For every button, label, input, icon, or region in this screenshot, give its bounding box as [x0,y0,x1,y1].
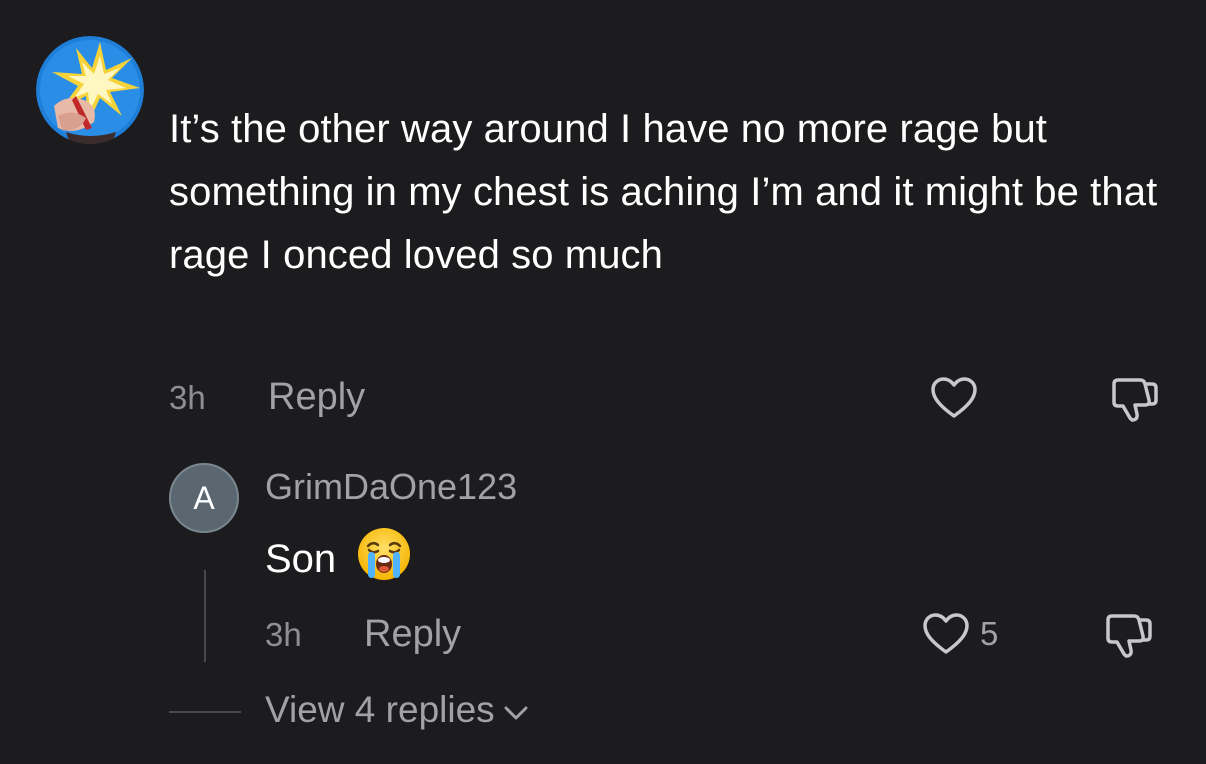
heart-icon [923,613,969,654]
reply-dislike-button[interactable] [1102,612,1154,660]
thumbs-down-icon [1112,378,1158,422]
avatar-image [36,36,144,144]
view-replies-button[interactable]: View 4 replies [265,689,529,731]
thumbs-down-icon [1106,614,1152,658]
reply-content: Son [265,526,412,592]
reply-like-button[interactable]: 5 [922,612,998,656]
reply-like-count: 5 [980,615,999,652]
reply-timestamp: 3h [265,616,302,653]
reply-avatar[interactable]: A [169,463,239,533]
view-replies-label: View 4 replies [265,689,495,730]
thread-line [204,570,206,662]
comment-text: It’s the other way around I have no more… [169,107,1158,277]
loudly-crying-face-icon [356,526,412,592]
commenter-avatar[interactable] [36,36,144,144]
view-replies-divider [169,711,241,713]
chevron-down-icon [504,706,528,720]
comment-timestamp: 3h [169,379,206,416]
comment-dislike-button[interactable] [1108,376,1160,424]
reply-text: Son [265,536,337,581]
heart-icon [931,377,977,418]
comment-reply-button[interactable]: Reply [268,376,365,419]
comment-like-button[interactable] [930,376,978,420]
reply-username[interactable]: GrimDaOne123 [265,466,517,508]
reply-reply-button[interactable]: Reply [364,613,461,656]
